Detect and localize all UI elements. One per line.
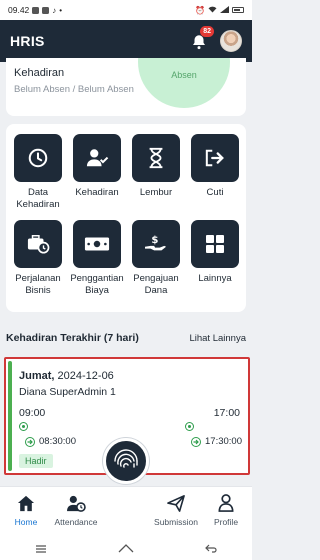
fingerprint-button[interactable] xyxy=(103,438,149,484)
check-in-circle[interactable]: Absen xyxy=(138,58,230,108)
see-more-link[interactable]: Lihat Lainnya xyxy=(189,333,246,344)
app-header: HRIS 82 xyxy=(0,20,252,62)
notification-badge: 82 xyxy=(200,26,214,37)
menu-grid: Data Kehadiran Kehadiran Lembur Cuti Per… xyxy=(6,124,246,312)
attendance-title: Kehadiran xyxy=(14,67,65,79)
wifi-icon xyxy=(208,6,217,15)
app-notification-icon xyxy=(42,6,50,14)
bottom-navigation: Home Attendance Submission Profile xyxy=(0,486,252,538)
notification-button[interactable]: 82 xyxy=(188,26,214,52)
menu-lainnya[interactable]: Lainnya xyxy=(187,220,243,285)
menu-penggantian-biaya[interactable]: Penggantian Biaya xyxy=(69,220,125,297)
nav-label: Attendance xyxy=(54,517,98,527)
section-title: Kehadiran Terakhir (7 hari) xyxy=(6,332,139,344)
grid-icon xyxy=(191,220,239,268)
nav-label: Home xyxy=(14,517,38,527)
signal-icon xyxy=(220,5,229,15)
actual-in-time: 08:30:00 xyxy=(39,436,76,447)
exit-icon xyxy=(191,134,239,182)
nav-attendance[interactable]: Attendance xyxy=(50,493,102,527)
attendance-status: Belum Absen / Belum Absen xyxy=(14,84,134,95)
actual-out-row: 17:30:00 xyxy=(191,436,242,447)
actual-in-row: 08:30:00 xyxy=(25,436,76,447)
nav-profile[interactable]: Profile xyxy=(200,493,252,527)
nav-label: Submission xyxy=(154,517,198,527)
user-check-icon xyxy=(73,134,121,182)
schedule-out: 17:00 xyxy=(213,407,240,419)
record-date-value: 2024-12-06 xyxy=(57,370,114,382)
menu-cuti[interactable]: Cuti xyxy=(187,134,243,199)
fingerprint-icon xyxy=(114,449,138,468)
nav-submission[interactable]: Submission xyxy=(150,493,202,527)
employee-name: Diana SuperAdmin 1 xyxy=(19,386,116,398)
menu-perjalanan-bisnis[interactable]: Perjalanan Bisnis xyxy=(10,220,66,297)
menu-label: Lainnya xyxy=(198,273,232,284)
user-clock-icon xyxy=(50,493,102,513)
menu-data-kehadiran[interactable]: Data Kehadiran xyxy=(10,134,66,211)
menu-label: Perjalanan Bisnis xyxy=(15,273,61,296)
nav-label: Profile xyxy=(213,517,239,527)
menu-label: Pengajuan Dana xyxy=(133,273,179,296)
back-icon[interactable] xyxy=(204,540,217,558)
status-accent-bar xyxy=(8,361,12,471)
record-date: Jumat, 2024-12-06 xyxy=(19,370,114,382)
arrow-right-icon xyxy=(25,436,35,447)
location-dot-icon xyxy=(19,422,28,431)
home-system-icon[interactable] xyxy=(118,540,134,558)
menu-label: Penggantian Biaya xyxy=(70,273,124,296)
actual-out-time: 17:30:00 xyxy=(205,436,242,447)
battery-icon xyxy=(232,7,244,13)
nav-home[interactable]: Home xyxy=(0,493,52,527)
dot-icon: • xyxy=(59,5,63,15)
attendance-summary-card: Absen Kehadiran Belum Absen / Belum Abse… xyxy=(6,58,246,116)
avatar[interactable] xyxy=(220,30,242,52)
home-icon xyxy=(0,493,52,513)
menu-label: Kehadiran xyxy=(75,187,119,198)
menu-label: Data Kehadiran xyxy=(16,187,60,210)
menu-lembur[interactable]: Lembur xyxy=(128,134,184,199)
money-icon xyxy=(73,220,121,268)
record-day: Jumat, xyxy=(19,370,55,382)
status-time: 09.42 xyxy=(8,5,30,15)
send-icon xyxy=(150,493,202,513)
schedule-in: 09:00 xyxy=(19,407,46,419)
person-icon xyxy=(200,493,252,513)
alarm-icon: ⏰ xyxy=(195,5,205,15)
arrow-right-icon xyxy=(191,436,201,447)
menu-label: Cuti xyxy=(206,187,224,198)
svg-text:$: $ xyxy=(151,235,158,246)
recent-attendance-header: Kehadiran Terakhir (7 hari) Lihat Lainny… xyxy=(6,332,246,344)
briefcase-clock-icon xyxy=(14,220,62,268)
system-navigation-bar xyxy=(0,538,252,560)
recent-apps-icon[interactable] xyxy=(35,540,47,558)
status-bar: 09.42 ♪ • ⏰ xyxy=(0,0,252,20)
app-notification-icon xyxy=(32,6,40,14)
tiktok-icon: ♪ xyxy=(52,5,57,15)
menu-kehadiran[interactable]: Kehadiran xyxy=(69,134,125,199)
location-dot-icon xyxy=(185,422,194,431)
check-in-label: Absen xyxy=(171,70,197,80)
menu-pengajuan-dana[interactable]: $ Pengajuan Dana xyxy=(128,220,184,297)
clock-icon xyxy=(14,134,62,182)
hand-money-icon: $ xyxy=(132,220,180,268)
hourglass-icon xyxy=(132,134,180,182)
menu-label: Lembur xyxy=(139,187,173,198)
app-title: HRIS xyxy=(10,33,45,49)
status-badge: Hadir xyxy=(19,454,53,468)
